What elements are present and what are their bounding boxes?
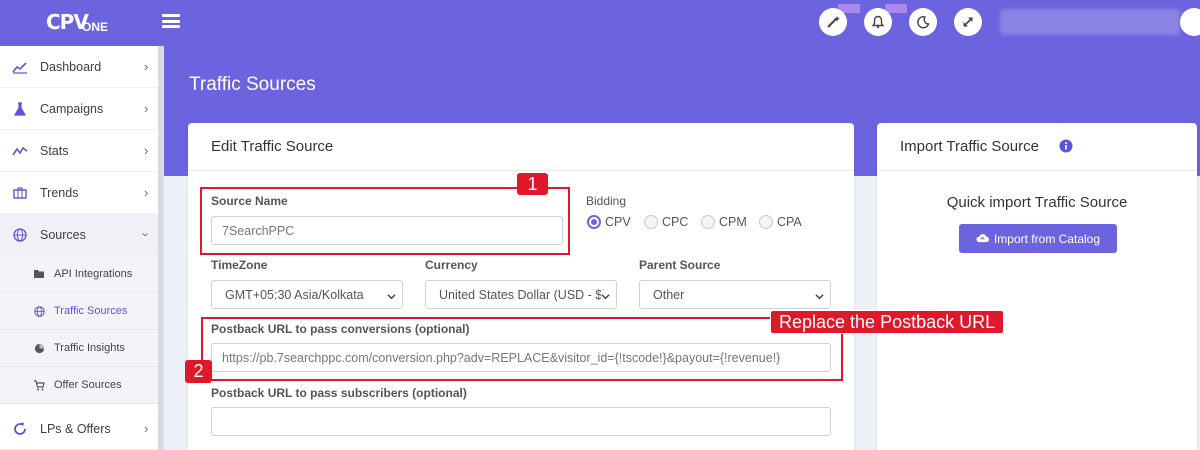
sidebar-item-lps-offers[interactable]: LPs & Offers › xyxy=(0,408,158,450)
sidebar-item-label: LPs & Offers xyxy=(40,421,111,436)
annotation-tag-1: 1 xyxy=(517,173,548,195)
radio-dot xyxy=(587,215,601,229)
cloud-upload-icon xyxy=(976,232,989,246)
chart-line-icon xyxy=(12,59,28,75)
sidebar-subitem-traffic-sources[interactable]: Traffic Sources xyxy=(0,293,158,330)
radio-label: CPM xyxy=(719,215,747,229)
hamburger-menu-icon[interactable] xyxy=(162,14,180,28)
bidding-radio-cpm[interactable]: CPM xyxy=(701,215,747,229)
postback-subscribers-label: Postback URL to pass subscribers (option… xyxy=(211,386,467,400)
sidebar-item-stats[interactable]: Stats › xyxy=(0,130,158,172)
sidebar-item-campaigns[interactable]: Campaigns › xyxy=(0,88,158,130)
radio-dot xyxy=(759,215,773,229)
postback-subscribers-input[interactable] xyxy=(211,407,831,436)
sidebar-scrollbar[interactable] xyxy=(158,46,163,450)
import-button-label: Import from Catalog xyxy=(993,231,1101,246)
import-from-catalog-button[interactable]: Import from Catalog xyxy=(959,224,1117,253)
radio-dot xyxy=(644,215,658,229)
parent-source-label: Parent Source xyxy=(639,258,721,272)
sidebar: Dashboard › Campaigns › Stats › Trends ›… xyxy=(0,46,164,450)
card-header: Import Traffic Source xyxy=(877,123,1197,171)
currency-select[interactable]: United States Dollar (USD - $) xyxy=(425,280,617,309)
parent-source-value: Other xyxy=(653,287,685,302)
chevron-right-icon: › xyxy=(144,421,149,436)
info-icon[interactable] xyxy=(1059,139,1073,158)
chevron-right-icon: › xyxy=(144,59,149,74)
sidebar-item-label: Campaigns xyxy=(40,101,104,116)
annotation-note: Replace the Postback URL xyxy=(770,310,1005,334)
sidebar-item-dashboard[interactable]: Dashboard › xyxy=(0,46,158,88)
currency-value: United States Dollar (USD - $) xyxy=(439,287,607,302)
timezone-label: TimeZone xyxy=(211,258,268,272)
chevron-down-icon xyxy=(815,290,824,304)
radio-label: CPA xyxy=(777,215,802,229)
logo-sub: ONE xyxy=(82,20,109,34)
bidding-radio-cpv[interactable]: CPV xyxy=(587,215,631,229)
flask-icon xyxy=(12,101,28,117)
card-title: Import Traffic Source xyxy=(900,138,1039,155)
expand-icon[interactable] xyxy=(954,8,982,36)
user-name-blurred[interactable] xyxy=(1000,9,1180,35)
briefcase-icon xyxy=(12,185,28,201)
parent-source-select[interactable]: Other xyxy=(639,280,831,309)
page-title: Traffic Sources xyxy=(189,74,316,95)
annotation-box-postback xyxy=(201,317,843,381)
timezone-value: GMT+05:30 Asia/Kolkata xyxy=(225,287,364,302)
bidding-radio-cpa[interactable]: CPA xyxy=(759,215,802,229)
sidebar-item-label: Sources xyxy=(40,227,86,242)
pie-icon xyxy=(33,342,45,354)
import-traffic-source-card: Import Traffic Source xyxy=(877,123,1197,450)
sidebar-subitem-label: Traffic Sources xyxy=(54,305,128,317)
card-title: Edit Traffic Source xyxy=(211,138,334,155)
sidebar-item-label: Dashboard xyxy=(40,59,102,74)
chevron-right-icon: › xyxy=(144,143,149,158)
quick-import-heading: Quick import Traffic Source xyxy=(946,194,1128,211)
sidebar-item-trends[interactable]: Trends › xyxy=(0,172,158,214)
chevron-down-icon xyxy=(387,290,396,304)
sidebar-subitem-label: Offer Sources xyxy=(54,379,122,391)
timezone-select[interactable]: GMT+05:30 Asia/Kolkata xyxy=(211,280,403,309)
stats-icon xyxy=(12,143,28,159)
sidebar-item-sources[interactable]: Sources › xyxy=(0,214,158,256)
chevron-right-icon: › xyxy=(144,185,149,200)
sidebar-item-label: Trends xyxy=(40,185,79,200)
annotation-box-source-name xyxy=(200,187,570,255)
bell-icon[interactable] xyxy=(864,8,892,36)
radio-label: CPV xyxy=(605,215,631,229)
globe-icon xyxy=(33,305,45,317)
refresh-icon xyxy=(12,421,28,437)
cart-icon xyxy=(33,379,45,391)
currency-label: Currency xyxy=(425,258,478,272)
chevron-right-icon: › xyxy=(144,101,149,116)
magic-wand-icon[interactable] xyxy=(819,8,847,36)
radio-dot xyxy=(701,215,715,229)
moon-icon[interactable] xyxy=(909,8,937,36)
chevron-down-icon xyxy=(601,290,610,304)
sidebar-subitem-label: Traffic Insights xyxy=(54,342,125,354)
top-bar: CPV ONE xyxy=(0,0,1200,46)
folder-icon xyxy=(33,268,45,280)
radio-label: CPC xyxy=(662,215,689,229)
bidding-radio-cpc[interactable]: CPC xyxy=(644,215,688,229)
sidebar-item-label: Stats xyxy=(40,143,69,158)
sidebar-subitem-label: API Integrations xyxy=(54,268,133,280)
bidding-label: Bidding xyxy=(586,194,627,208)
chevron-down-icon: › xyxy=(138,232,154,237)
sidebar-subitem-offer-sources[interactable]: Offer Sources xyxy=(0,367,158,404)
annotation-tag-2: 2 xyxy=(185,360,212,383)
sidebar-subitem-api-integrations[interactable]: API Integrations xyxy=(0,256,158,293)
card-header: Edit Traffic Source xyxy=(188,123,854,171)
globe-icon xyxy=(12,227,28,243)
sidebar-subitem-traffic-insights[interactable]: Traffic Insights xyxy=(0,330,158,367)
avatar[interactable] xyxy=(1180,8,1200,36)
cpv-one-logo[interactable]: CPV ONE xyxy=(44,6,114,38)
